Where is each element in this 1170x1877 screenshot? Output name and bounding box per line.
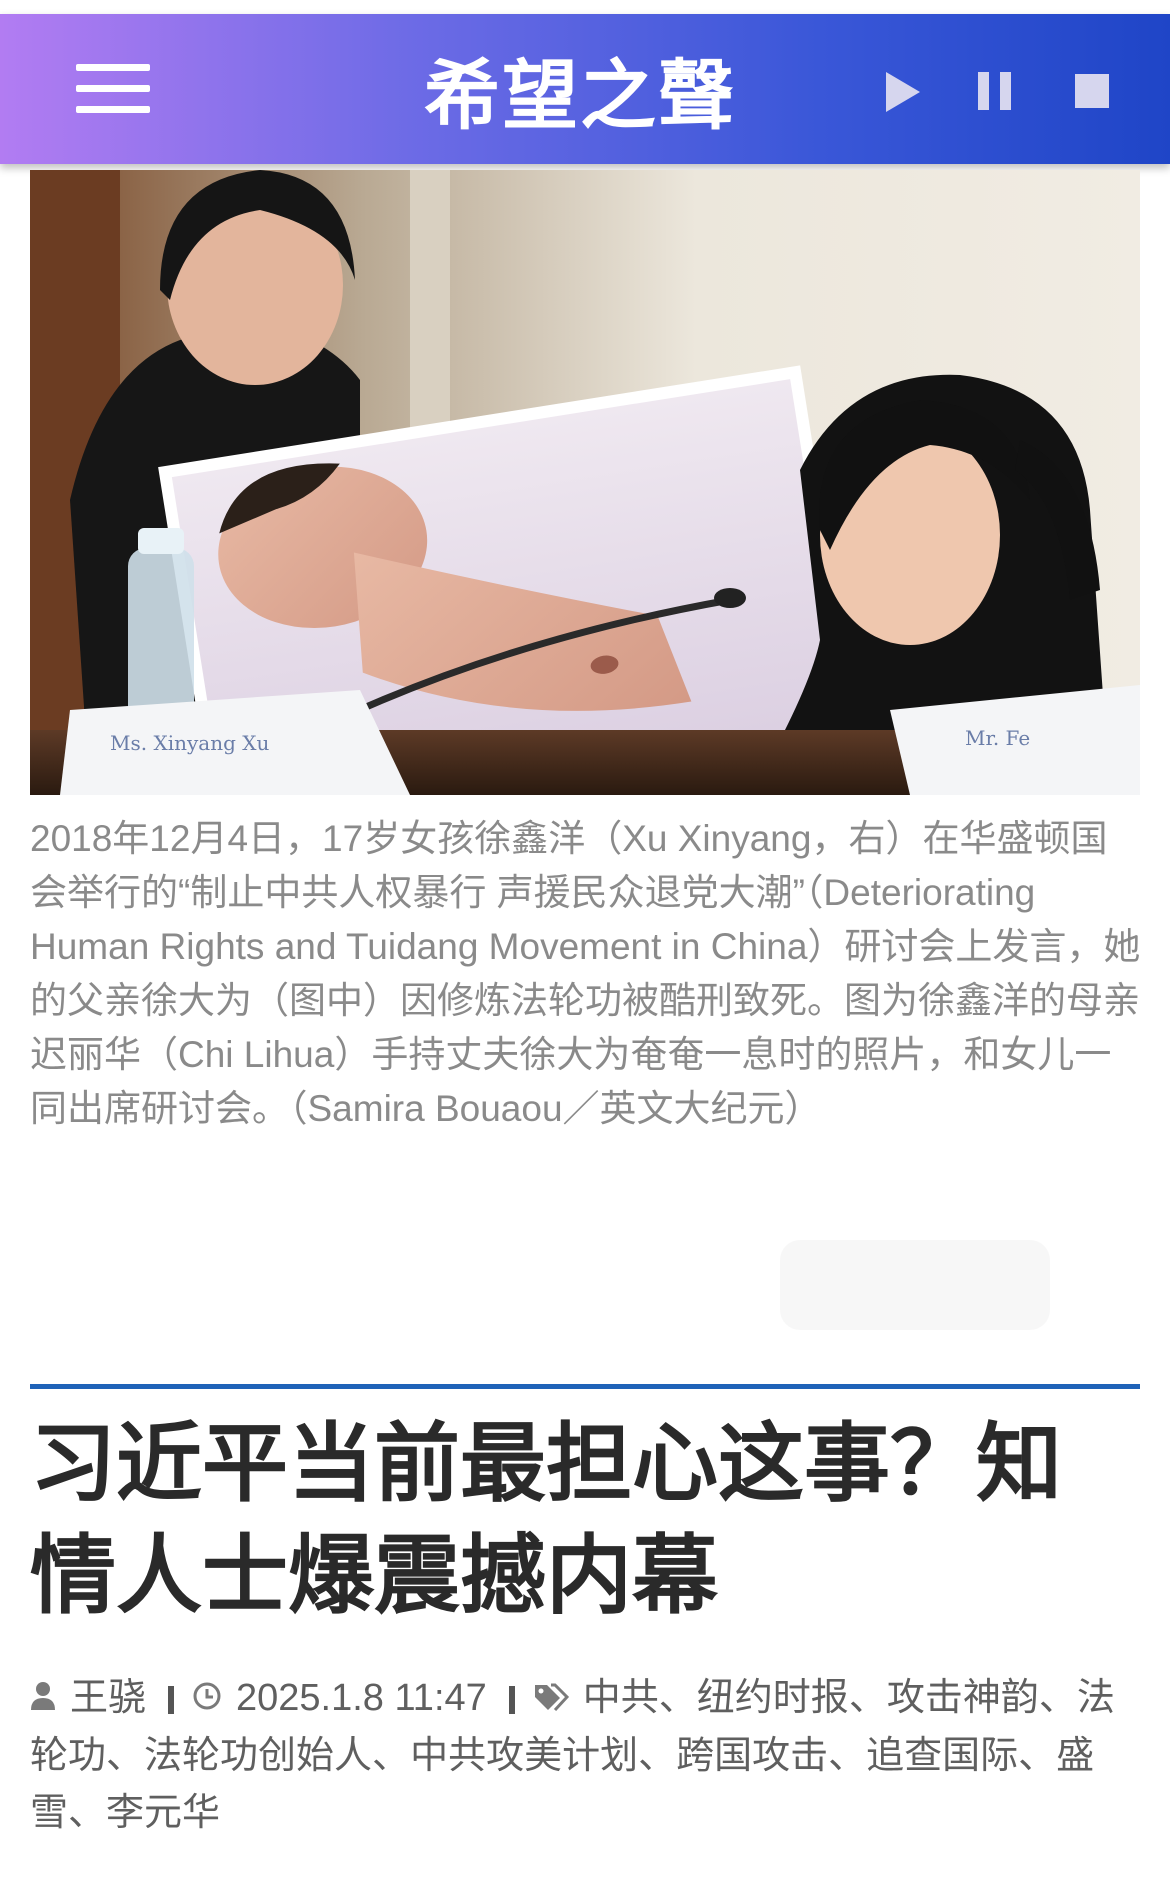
tag-link[interactable]: 中共 [583,1677,659,1719]
tag-separator: 、 [372,1735,411,1778]
watermark-graphic [780,1240,1050,1330]
meta-separator [508,1685,515,1714]
play-icon[interactable] [882,68,926,116]
meta-separator [168,1685,175,1714]
tag-separator: 、 [848,1677,887,1719]
article-title: 习近平当前最担心这事？知情人士爆震撼内幕 [30,1414,1062,1626]
placard-left: Ms. Xinyang Xu [110,731,269,755]
title-divider [30,1384,1140,1389]
tag-link[interactable]: 中共攻美计划 [410,1735,638,1777]
tag-link[interactable]: 攻击神韵 [887,1677,1039,1719]
tag-separator: 、 [658,1677,697,1719]
menu-icon[interactable] [76,64,150,114]
tag-link[interactable]: 纽约时报 [697,1677,849,1719]
tag-link[interactable]: 跨国攻击 [676,1735,828,1777]
tag-icon [533,1671,569,1728]
tag-separator: 、 [68,1792,107,1835]
placard-right: Mr. Fe [965,726,1030,750]
user-icon [30,1671,56,1728]
top-nav-bar: 希望之聲 [0,14,1170,164]
tag-link[interactable]: 李元华 [106,1792,220,1834]
site-logo[interactable]: 希望之聲 [395,44,765,140]
tag-separator: 、 [106,1735,145,1778]
tag-separator: 、 [1018,1735,1057,1778]
tag-separator: 、 [828,1735,867,1778]
tag-separator: 、 [1038,1677,1077,1719]
pause-icon[interactable] [974,68,1018,116]
tag-link[interactable]: 追查国际 [866,1735,1018,1777]
tag-link[interactable]: 法轮功创始人 [144,1735,372,1777]
photo-caption: 2018年12月4日，17岁女孩徐鑫洋（Xu Xinyang，右）在华盛顿国会举… [30,818,1141,1129]
stop-icon[interactable] [1073,68,1117,116]
clock-icon [192,1671,222,1728]
publish-datetime: 2025.1.8 11:47 [236,1677,487,1719]
tag-separator: 、 [638,1735,677,1778]
author-name[interactable]: 王骁 [70,1677,146,1719]
article-photo: Ms. Xinyang Xu Mr. Fe [30,170,1140,795]
article-meta: 王骁 2025.1.8 11:47 中共、纽约时报、攻击神韵、法轮功、法轮功创始… [30,1670,1142,1842]
